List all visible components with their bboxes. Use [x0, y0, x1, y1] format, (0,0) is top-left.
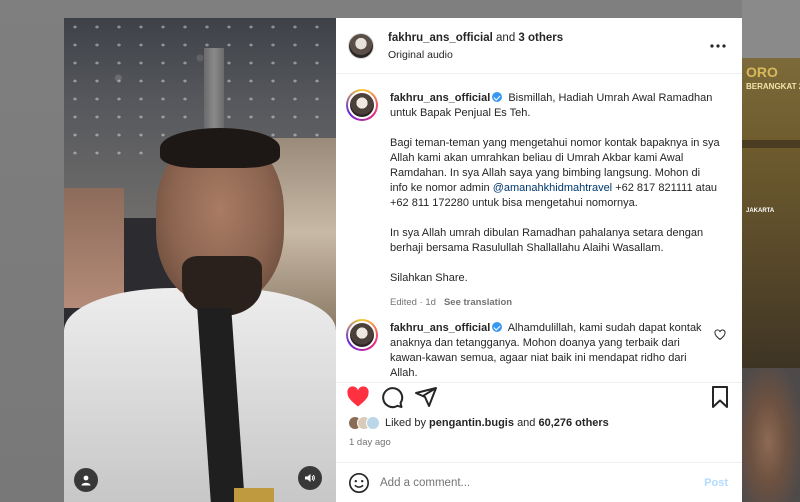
authors-and: and [496, 32, 516, 44]
media-person-beard [182, 256, 262, 316]
post-authors: fakhru_ans_official and 3 others [388, 32, 563, 44]
caption-paragraph-3: In sya Allah umrah dibulan Ramadhan paha… [390, 227, 704, 254]
more-dots-icon [710, 44, 726, 48]
liker-username[interactable]: pengantin.bugis [429, 417, 514, 429]
liker-avatar [366, 416, 380, 430]
post-comment-button[interactable]: Post [704, 477, 728, 489]
likes-text: Liked by pengantin.bugis and 60,276 othe… [385, 417, 609, 429]
verified-badge-icon [492, 92, 503, 102]
post-header-text: fakhru_ans_official and 3 others Origina… [388, 32, 563, 61]
commenter-username[interactable]: fakhru_ans_official [390, 322, 490, 334]
caption-meta: Edited · 1d See translation [390, 295, 720, 310]
poster-title: ORO [746, 64, 778, 80]
commenter-avatar-image [348, 321, 376, 349]
see-translation-link[interactable]: See translation [444, 297, 512, 308]
media-storefront-left [64, 188, 124, 308]
comment-bubble-icon[interactable] [380, 385, 404, 409]
caption-paragraph-2: Bagi teman-teman yang mengetahui nomor k… [390, 136, 720, 211]
comment-body: fakhru_ans_official Alhamdulillah, kami … [390, 321, 708, 381]
post-header: fakhru_ans_official and 3 others Origina… [336, 18, 742, 74]
tagged-users-button[interactable] [74, 468, 98, 492]
poster-subtitle: BERANGKAT 2 [746, 82, 800, 91]
speaker-icon [305, 474, 315, 482]
edited-label: Edited · 1d [390, 297, 436, 308]
comment-input[interactable] [380, 476, 680, 489]
poster-band [742, 140, 800, 148]
save-bookmark-icon[interactable] [708, 385, 732, 409]
like-heart-icon[interactable] [346, 385, 370, 409]
mute-toggle-button[interactable] [298, 466, 322, 490]
likes-prefix: Liked by [385, 417, 426, 429]
poster-city: JAKARTA [746, 208, 775, 214]
likes-count-link[interactable]: 60,276 others [538, 417, 608, 429]
collaborators-link[interactable]: 3 others [518, 32, 563, 44]
caption-paragraph-4: Silahkan Share. [390, 272, 468, 284]
post-timestamp[interactable]: 1 day ago [349, 437, 391, 448]
comments-scroll-area[interactable]: fakhru_ans_official Bismillah, Hadiah Um… [336, 75, 742, 382]
post-media[interactable] [64, 18, 336, 502]
likes-and: and [517, 417, 536, 429]
likes-summary: Liked by pengantin.bugis and 60,276 othe… [348, 416, 609, 430]
add-comment-bar: Post [336, 462, 742, 502]
caption-username[interactable]: fakhru_ans_official [390, 92, 490, 104]
backdrop-top [64, 0, 742, 18]
user-icon [81, 475, 91, 486]
author-avatar[interactable] [348, 33, 374, 59]
media-person-hair [160, 128, 280, 168]
caption-body: fakhru_ans_official Bismillah, Hadiah Um… [390, 91, 720, 310]
like-comment-heart-icon[interactable] [714, 329, 726, 341]
more-options-button[interactable] [708, 36, 728, 56]
emoji-icon[interactable] [348, 472, 370, 494]
caption-first-line: fakhru_ans_official Bismillah, Hadiah Um… [390, 91, 720, 121]
media-badge [234, 488, 274, 502]
commenter-avatar[interactable] [346, 319, 378, 351]
backdrop-feed-preview: ORO BERANGKAT 2 JAKARTA [742, 0, 800, 502]
caption-avatar[interactable] [346, 89, 378, 121]
verified-badge-icon [492, 322, 503, 332]
mention-link[interactable]: @amanahkhidmahtravel [493, 182, 612, 194]
audio-label[interactable]: Original audio [388, 49, 563, 61]
backdrop-face-thumbnail [742, 368, 800, 502]
author-username[interactable]: fakhru_ans_official [388, 32, 493, 44]
caption-avatar-image [348, 91, 376, 119]
share-send-icon[interactable] [414, 385, 438, 409]
post-details-panel: fakhru_ans_official and 3 others Origina… [336, 18, 742, 502]
backdrop-left [0, 0, 64, 502]
